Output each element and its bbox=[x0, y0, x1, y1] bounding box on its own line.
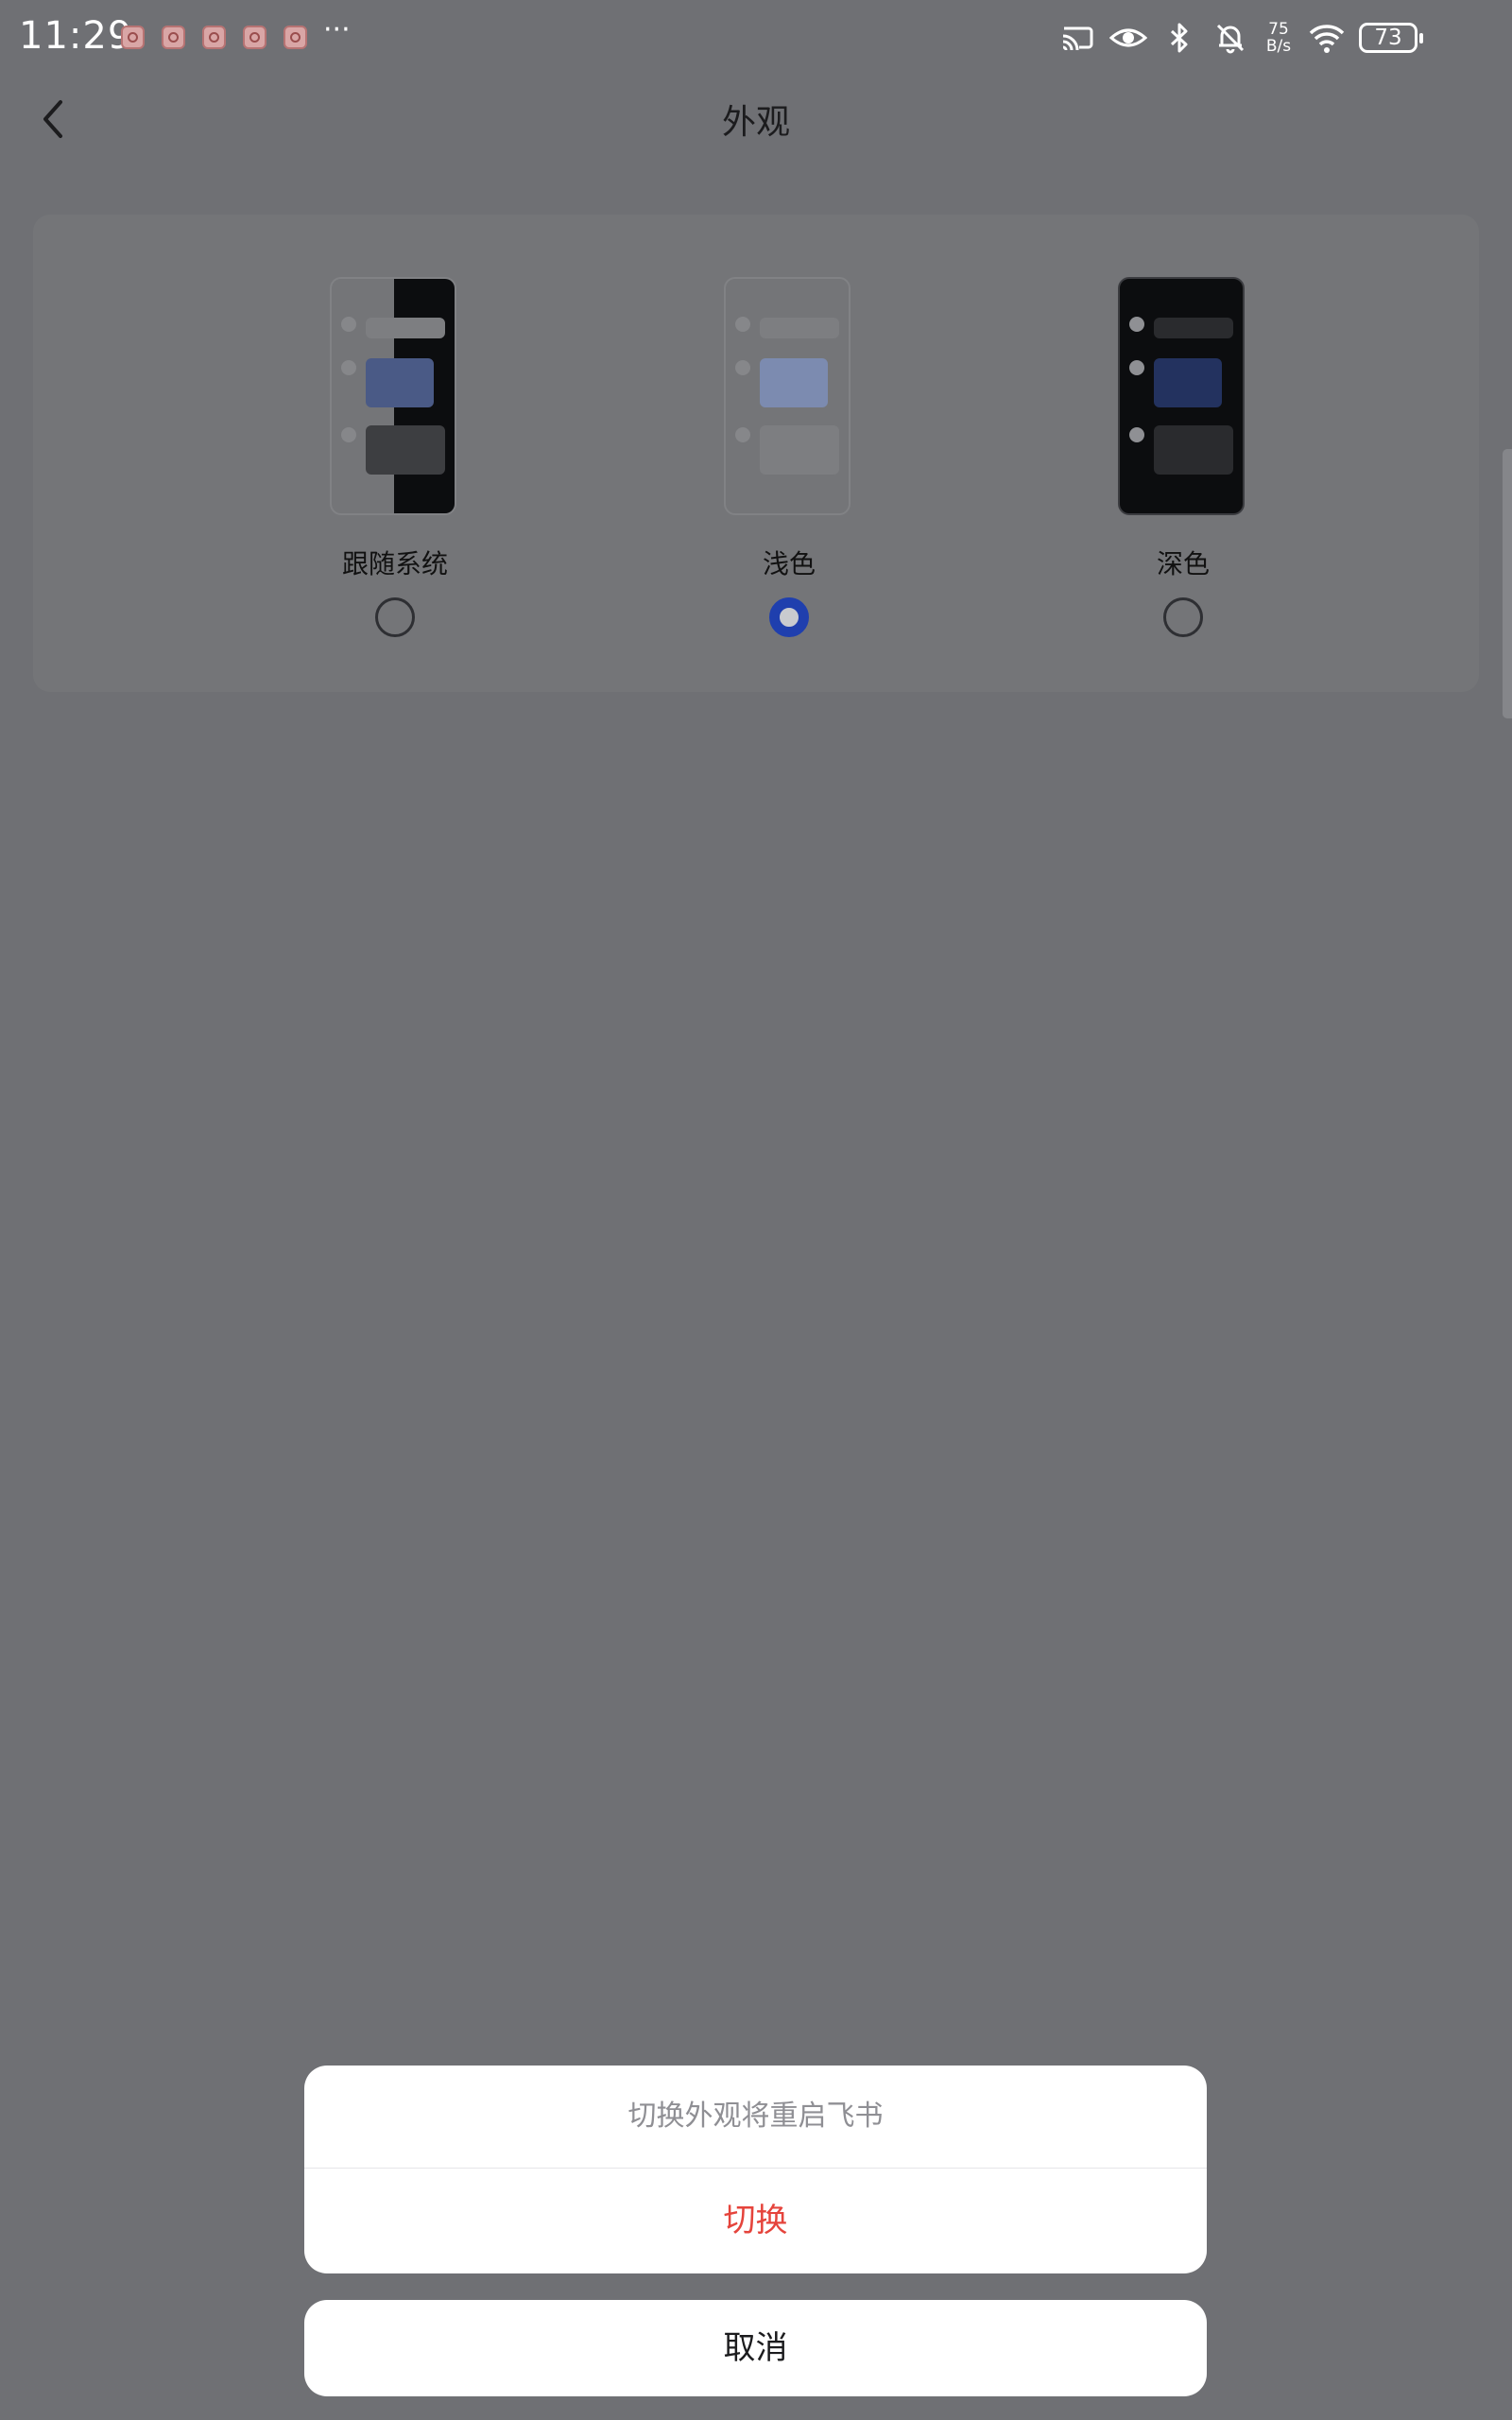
radio-dark[interactable] bbox=[1163, 597, 1203, 637]
theme-option-label: 浅色 bbox=[762, 548, 816, 579]
sheet-message: 切换外观将重启飞书 bbox=[304, 2066, 1207, 2169]
page-title: 外观 bbox=[721, 103, 790, 142]
radio-system[interactable] bbox=[375, 597, 415, 637]
dark-theme-preview bbox=[1118, 277, 1245, 515]
cast-icon bbox=[1062, 26, 1093, 51]
theme-option-label: 跟随系统 bbox=[341, 548, 448, 579]
app-notification-icon bbox=[162, 26, 185, 49]
more-notifications-icon: ··· bbox=[323, 13, 351, 46]
theme-option-system[interactable]: 跟随系统 bbox=[253, 215, 537, 692]
wifi-icon bbox=[1309, 25, 1345, 53]
status-time: 11:29 bbox=[19, 14, 133, 58]
network-speed: 75 B/s bbox=[1265, 20, 1292, 56]
system-theme-preview bbox=[330, 277, 456, 515]
battery-icon: 73 bbox=[1359, 23, 1423, 53]
cancel-button[interactable]: 取消 bbox=[304, 2300, 1207, 2396]
app-notification-icon bbox=[202, 26, 226, 49]
app-notification-icon bbox=[243, 26, 266, 49]
theme-option-dark[interactable]: 深色 bbox=[1041, 215, 1325, 692]
bluetooth-icon bbox=[1170, 23, 1188, 53]
switch-button[interactable]: 切换 bbox=[304, 2169, 1207, 2273]
status-icons: 75 B/s 73 bbox=[1058, 13, 1423, 62]
scrollbar[interactable] bbox=[1503, 449, 1512, 718]
app-notification-icon bbox=[284, 26, 307, 49]
theme-option-label: 深色 bbox=[1156, 548, 1210, 579]
eye-icon bbox=[1109, 28, 1147, 47]
theme-options-card: 跟随系统 浅色 深色 bbox=[33, 215, 1479, 692]
radio-light[interactable] bbox=[769, 597, 809, 637]
light-theme-preview bbox=[724, 277, 850, 515]
status-bar: 11:29 ··· 75 B/s 73 bbox=[0, 0, 1512, 76]
bell-muted-icon bbox=[1216, 24, 1245, 54]
restart-confirm-sheet: 切换外观将重启飞书 切换 bbox=[304, 2066, 1207, 2273]
theme-option-light[interactable]: 浅色 bbox=[647, 215, 931, 692]
app-notification-icon bbox=[121, 26, 145, 49]
notification-icons bbox=[121, 26, 307, 49]
